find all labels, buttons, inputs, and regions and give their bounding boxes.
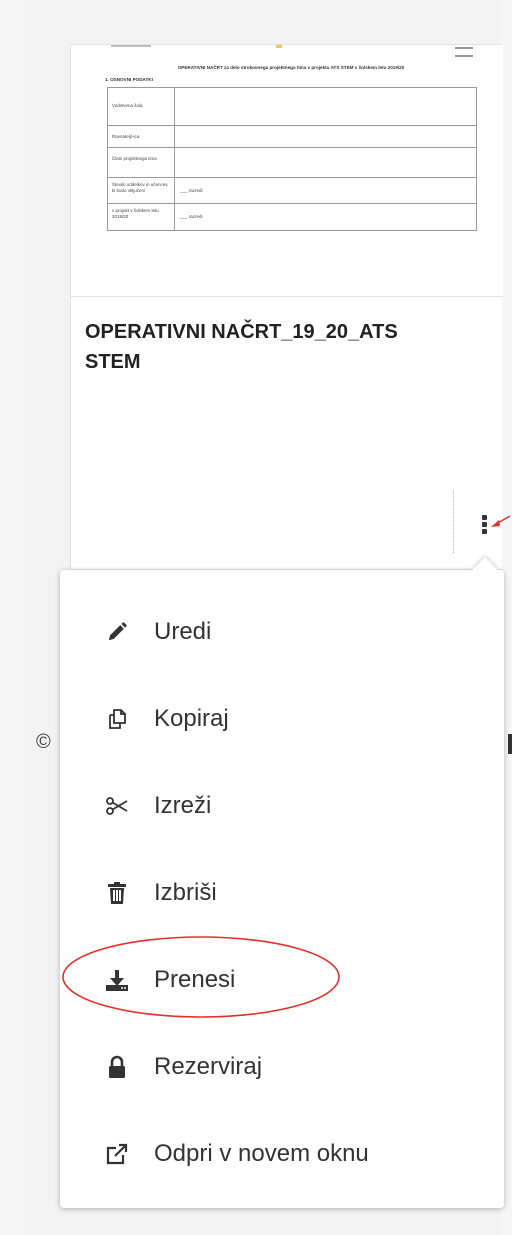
pencil-icon bbox=[104, 619, 130, 645]
kebab-dot bbox=[482, 515, 487, 520]
page-left-margin bbox=[0, 0, 24, 1235]
menu-item-label: Uredi bbox=[154, 618, 212, 645]
menu-item-label: Kopiraj bbox=[154, 705, 229, 732]
doc-table-label: v projekt v šolskem letu 2019/20 bbox=[112, 208, 159, 219]
menu-item-label: Izbriši bbox=[154, 879, 217, 906]
menu-item-label: Rezerviraj bbox=[154, 1053, 263, 1080]
document-thumbnail[interactable]: OPERATIVNI NAČRT za delo strokovnega pro… bbox=[71, 45, 503, 297]
doc-table-row: Število oddelkov in učencev, ki bodo vkl… bbox=[108, 178, 476, 204]
doc-table-label: Člani projektnega tima bbox=[112, 156, 157, 161]
doc-table-row: Člani projektnega tima bbox=[108, 148, 476, 178]
file-name[interactable]: OPERATIVNI NAČRT_19_20_ATS STEM bbox=[85, 317, 415, 377]
kebab-dot bbox=[482, 522, 487, 527]
doc-header-line bbox=[111, 45, 151, 47]
menu-item-label: Izreži bbox=[154, 792, 212, 819]
doc-table-label: Število oddelkov in učencev, ki bodo vkl… bbox=[112, 182, 169, 193]
trash-icon bbox=[104, 880, 130, 906]
context-menu: Uredi Kopiraj Izreži Izbriši Prenesi Rez… bbox=[60, 557, 504, 1208]
menu-item-copy[interactable]: Kopiraj bbox=[60, 689, 504, 749]
menu-item-delete[interactable]: Izbriši bbox=[60, 863, 504, 923]
menu-item-download[interactable]: Prenesi bbox=[60, 950, 504, 1010]
file-card[interactable]: OPERATIVNI NAČRT za delo strokovnega pro… bbox=[70, 44, 503, 570]
doc-table: Vodstvena šola Ravnatelj/-ica Člani proj… bbox=[107, 87, 477, 231]
menu-item-label: Odpri v novem oknu bbox=[154, 1140, 369, 1167]
menu-item-open-new-window[interactable]: Odpri v novem oknu bbox=[60, 1124, 504, 1184]
doc-subheading: 1. OSNOVNI PODATKI bbox=[105, 77, 153, 82]
copyright-symbol: © bbox=[36, 731, 51, 753]
external-link-icon bbox=[104, 1141, 130, 1167]
more-options-button[interactable] bbox=[453, 491, 493, 553]
doc-table-value: ___ razredi bbox=[180, 214, 203, 219]
lock-icon bbox=[104, 1054, 130, 1080]
page-edge-mark bbox=[508, 734, 512, 754]
menu-item-edit[interactable]: Uredi bbox=[60, 602, 504, 662]
doc-table-row: v projekt v šolskem letu 2019/20 ___ raz… bbox=[108, 204, 476, 230]
download-icon bbox=[104, 967, 130, 993]
doc-heading: OPERATIVNI NAČRT za delo strokovnega pro… bbox=[177, 65, 405, 70]
doc-header-accent bbox=[276, 45, 282, 48]
doc-table-value: ___ razredi bbox=[180, 188, 203, 193]
copy-icon bbox=[104, 706, 130, 732]
scissors-icon bbox=[104, 793, 130, 819]
menu-item-reserve[interactable]: Rezerviraj bbox=[60, 1037, 504, 1097]
doc-table-row: Ravnatelj/-ica bbox=[108, 126, 476, 148]
doc-table-row: Vodstvena šola bbox=[108, 88, 476, 126]
menu-item-cut[interactable]: Izreži bbox=[60, 776, 504, 836]
doc-table-label: Vodstvena šola bbox=[112, 103, 143, 108]
doc-table-label: Ravnatelj/-ica bbox=[112, 134, 140, 139]
menu-item-label: Prenesi bbox=[154, 966, 236, 993]
doc-logo-icon bbox=[455, 47, 473, 57]
kebab-dot bbox=[482, 529, 487, 534]
